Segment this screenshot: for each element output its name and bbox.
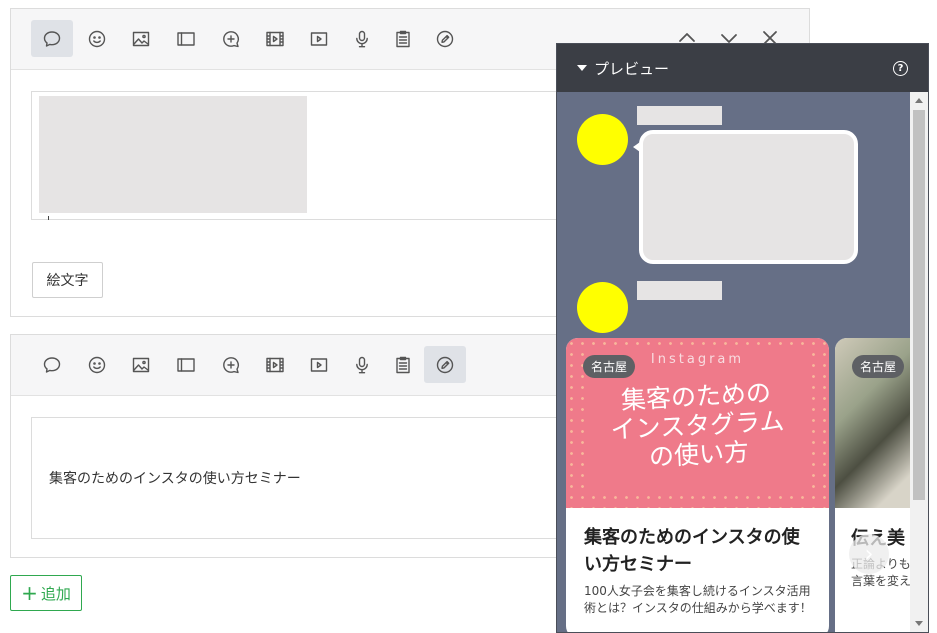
emoji-face-icon[interactable] xyxy=(76,20,118,57)
text-caret xyxy=(48,216,49,220)
caret-down-icon xyxy=(577,65,587,71)
emoji-face-icon[interactable] xyxy=(76,346,118,383)
edit-badge-icon[interactable] xyxy=(424,346,466,383)
video-icon[interactable] xyxy=(254,20,296,57)
preview-title: プレビュー xyxy=(594,60,670,78)
chevron-right-icon: › xyxy=(864,541,874,567)
text-bubble-icon[interactable] xyxy=(31,20,73,57)
image-icon[interactable] xyxy=(120,346,162,383)
scroll-down-arrow-icon[interactable] xyxy=(915,621,923,626)
message-bubble xyxy=(639,130,858,264)
hero-text: 集客のための インスタグラム の使い方 xyxy=(609,378,786,472)
card-title: 集客のためのインスタの使い方セミナー xyxy=(584,527,800,575)
add-bubble-icon[interactable] xyxy=(210,20,252,57)
avatar xyxy=(577,114,628,165)
sender-name-placeholder xyxy=(637,281,722,300)
emoji-button[interactable]: 絵文字 xyxy=(32,262,103,298)
add-button[interactable]: + 追加 xyxy=(10,575,82,611)
image-icon[interactable] xyxy=(120,20,162,57)
add-button-label: 追加 xyxy=(40,584,71,603)
edit-badge-icon[interactable] xyxy=(424,20,466,57)
video-icon[interactable] xyxy=(254,346,296,383)
preview-panel: プレビュー ? Instagram 集客のための インスタグラム の使い方 名古… xyxy=(556,43,929,633)
add-bubble-icon[interactable] xyxy=(210,346,252,383)
avatar xyxy=(577,282,628,333)
scrollbar-thumb[interactable] xyxy=(913,110,925,500)
sender-name-placeholder xyxy=(637,106,722,125)
microphone-icon[interactable] xyxy=(341,20,383,57)
play-icon[interactable] xyxy=(298,20,340,57)
help-icon[interactable]: ? xyxy=(893,61,908,76)
play-icon[interactable] xyxy=(298,346,340,383)
scroll-up-arrow-icon[interactable] xyxy=(915,98,923,103)
rich-card[interactable]: Instagram 集客のための インスタグラム の使い方 名古屋 集客のための… xyxy=(566,338,829,632)
text-bubble-icon[interactable] xyxy=(31,346,73,383)
carousel-next-button[interactable]: › xyxy=(849,534,889,574)
card-icon[interactable] xyxy=(165,20,207,57)
plus-icon: + xyxy=(21,581,38,605)
location-tag: 名古屋 xyxy=(583,355,636,378)
rich-card[interactable]: 名古屋 伝え美 正論よりも 言葉を変え xyxy=(835,338,915,632)
microphone-icon[interactable] xyxy=(341,346,383,383)
preview-header[interactable]: プレビュー ? xyxy=(557,44,928,92)
location-tag: 名古屋 xyxy=(852,355,905,378)
card-description: 100人女子会を集客し続けるインスタ活用術とは？インスタの仕組みから学べます！ xyxy=(584,584,812,615)
clipboard-icon[interactable] xyxy=(382,20,424,57)
clipboard-icon[interactable] xyxy=(382,346,424,383)
preview-scrollbar[interactable] xyxy=(910,92,928,632)
image-placeholder xyxy=(39,96,307,213)
card-icon[interactable] xyxy=(165,346,207,383)
